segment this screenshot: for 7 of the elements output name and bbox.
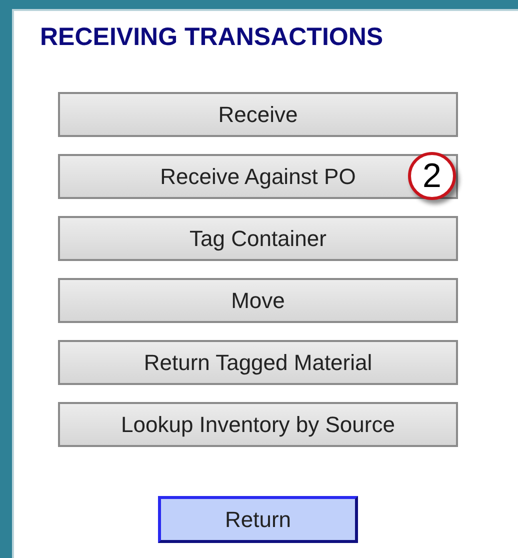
menu-button[interactable]: Lookup Inventory by Source (58, 402, 458, 447)
menu-button[interactable]: Move (58, 278, 458, 323)
menu-button[interactable]: Tag Container (58, 216, 458, 261)
menu-button[interactable]: Receive (58, 92, 458, 137)
menu-button[interactable]: Return Tagged Material (58, 340, 458, 385)
page-title: RECEIVING TRANSACTIONS (40, 22, 384, 52)
return-button[interactable]: Return (158, 496, 358, 543)
